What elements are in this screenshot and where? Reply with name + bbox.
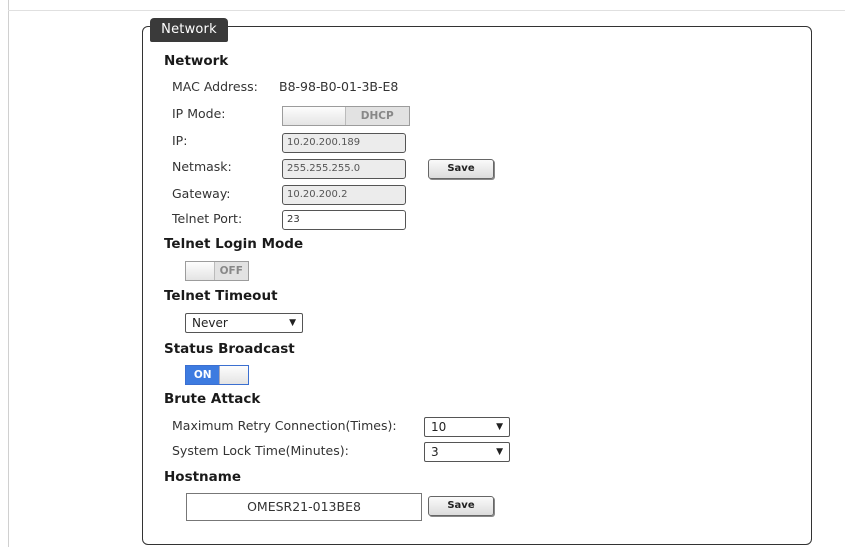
network-heading: Network — [164, 53, 229, 69]
network-panel — [142, 26, 812, 545]
hostname-field[interactable]: OMESR21-013BE8 — [186, 493, 422, 521]
mac-address-value: B8-98-B0-01-3B-E8 — [279, 79, 399, 94]
telnet-port-field[interactable]: 23 — [282, 210, 406, 230]
lock-time-selected: 3 — [431, 445, 439, 459]
mac-address-label: MAC Address: — [172, 79, 258, 94]
telnet-port-label: Telnet Port: — [172, 211, 243, 226]
hostname-heading: Hostname — [164, 469, 242, 485]
toggle-knob — [219, 366, 248, 384]
netmask-field[interactable]: 255.255.255.0 — [282, 159, 406, 179]
triangle-down-icon: ▼ — [496, 422, 503, 432]
gateway-field[interactable]: 10.20.200.2 — [282, 185, 406, 205]
toggle-knob — [186, 262, 215, 280]
telnet-timeout-selected: Never — [192, 316, 228, 330]
lock-time-select[interactable]: 3 ▼ — [424, 442, 510, 462]
telnet-login-toggle[interactable]: OFF — [185, 261, 249, 281]
network-save-button[interactable]: Save — [428, 159, 494, 179]
window-frame-top — [8, 10, 845, 11]
triangle-down-icon: ▼ — [289, 318, 296, 328]
ip-field[interactable]: 10.20.200.189 — [282, 133, 406, 153]
max-retry-label: Maximum Retry Connection(Times): — [172, 418, 397, 433]
hostname-save-button[interactable]: Save — [428, 496, 494, 516]
telnet-login-heading: Telnet Login Mode — [164, 236, 304, 252]
status-broadcast-state: ON — [186, 366, 220, 384]
telnet-login-state: OFF — [214, 262, 248, 280]
ip-label: IP: — [172, 133, 188, 148]
panel-tab-title: Network — [150, 18, 228, 42]
brute-attack-heading: Brute Attack — [164, 391, 261, 407]
telnet-timeout-select[interactable]: Never ▼ — [185, 313, 303, 333]
max-retry-select[interactable]: 10 ▼ — [424, 417, 510, 437]
ip-mode-toggle[interactable]: DHCP — [282, 106, 410, 126]
gateway-label: Gateway: — [172, 186, 231, 201]
ip-mode-label: IP Mode: — [172, 106, 226, 121]
triangle-down-icon: ▼ — [496, 447, 503, 457]
max-retry-selected: 10 — [431, 420, 447, 434]
lock-time-label: System Lock Time(Minutes): — [172, 443, 349, 458]
status-broadcast-toggle[interactable]: ON — [185, 365, 249, 385]
window-frame-left — [8, 0, 9, 547]
telnet-timeout-heading: Telnet Timeout — [164, 288, 278, 304]
toggle-knob — [283, 107, 346, 125]
ip-mode-state: DHCP — [345, 107, 409, 125]
status-broadcast-heading: Status Broadcast — [164, 341, 295, 357]
netmask-label: Netmask: — [172, 159, 232, 174]
